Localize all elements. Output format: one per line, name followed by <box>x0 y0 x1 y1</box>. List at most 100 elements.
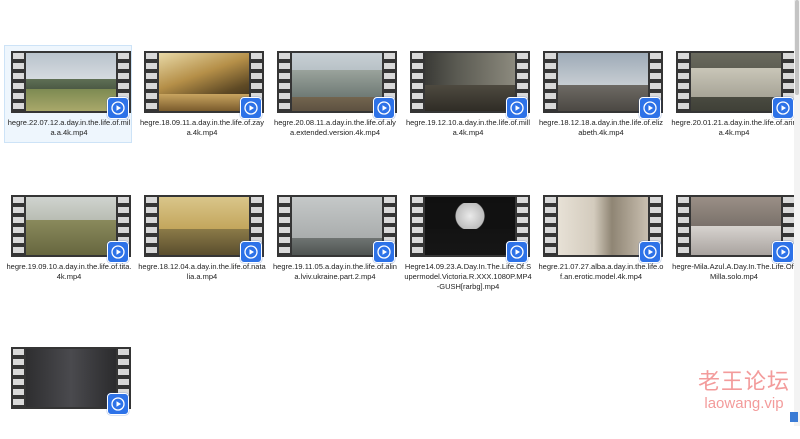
play-icon <box>107 97 129 119</box>
play-icon <box>373 97 395 119</box>
frame-layer <box>159 197 249 229</box>
watermark-chinese-text: 老王论坛 <box>697 370 790 395</box>
video-frame <box>159 53 249 111</box>
video-frame <box>159 197 249 255</box>
file-name-label: hegre.19.09.10.a.day.in.the.life.of.tita… <box>6 262 132 281</box>
film-perforation-left <box>146 53 157 111</box>
file-item[interactable]: hegre.20.01.21.a.day.in.the.life.of.arin… <box>669 45 797 143</box>
video-thumbnail <box>277 51 397 119</box>
play-icon <box>772 97 794 119</box>
video-thumbnail <box>676 51 796 119</box>
video-frame <box>26 53 116 111</box>
frame-layer <box>292 237 382 255</box>
watermark: 老王论坛 laowang.vip <box>697 370 790 413</box>
video-frame <box>292 197 382 255</box>
video-thumbnail <box>410 195 530 263</box>
video-frame <box>691 197 781 255</box>
file-name-label: hegre.18.12.04.a.day.in.the.life.of.nata… <box>138 262 266 281</box>
play-icon <box>506 241 528 263</box>
frame-layer <box>26 220 116 255</box>
file-name-label: hegre.18.09.11.a.day.in.the.life.of.zaya… <box>140 118 264 137</box>
file-name-label: hegre.19.12.10.a.day.in.the.life.of.mill… <box>405 118 531 137</box>
file-item[interactable]: hegre.18.12.18.a.day.in.the.life.of.eliz… <box>536 45 664 143</box>
film-perforation-left <box>412 53 423 111</box>
frame-layer <box>558 197 648 255</box>
frame-layer <box>558 53 648 85</box>
video-frame <box>558 53 648 111</box>
frame-layer <box>425 84 515 111</box>
film-perforation-left <box>545 197 556 255</box>
video-thumbnail <box>410 51 530 119</box>
video-thumbnail <box>543 51 663 119</box>
frame-layer <box>159 93 249 111</box>
video-thumbnail <box>11 347 131 415</box>
video-frame <box>26 197 116 255</box>
file-item[interactable]: hegre.19.12.10.a.day.in.the.life.of.mill… <box>403 45 531 143</box>
film-perforation-left <box>13 349 24 407</box>
video-thumbnail <box>11 195 131 263</box>
film-perforation-left <box>545 53 556 111</box>
play-icon <box>107 241 129 263</box>
file-item[interactable] <box>4 341 132 439</box>
play-icon <box>639 241 661 263</box>
file-name-label: hegre-Mila.Azul.A.Day.In.The.Life.Of.Mil… <box>672 262 796 281</box>
corner-app-icon <box>790 412 798 422</box>
scrollbar-thumb[interactable] <box>795 0 799 95</box>
file-grid: hegre.22.07.12.a.day.in.the.life.of.mila… <box>0 0 800 426</box>
frame-layer <box>26 197 116 221</box>
file-item[interactable]: hegre.20.08.11.a.day.in.the.life.of.alya… <box>270 45 398 143</box>
file-name-label: hegre.20.08.11.a.day.in.the.life.of.alya… <box>274 118 396 137</box>
frame-layer <box>26 79 116 89</box>
file-name-label: hegre.22.07.12.a.day.in.the.life.of.mila… <box>7 118 131 137</box>
play-icon <box>240 241 262 263</box>
film-perforation-left <box>13 53 24 111</box>
film-perforation-left <box>13 197 24 255</box>
video-frame <box>558 197 648 255</box>
play-icon <box>240 97 262 119</box>
file-name-label: hegre.19.11.05.a.day.in.the.life.of.alin… <box>273 262 397 281</box>
film-perforation-left <box>678 197 689 255</box>
video-thumbnail <box>144 195 264 263</box>
frame-layer <box>292 70 382 97</box>
play-icon <box>373 241 395 263</box>
play-icon <box>772 241 794 263</box>
play-icon <box>506 97 528 119</box>
film-perforation-left <box>412 197 423 255</box>
film-perforation-left <box>279 53 290 111</box>
film-perforation-left <box>279 197 290 255</box>
file-item[interactable]: Hegre14.09.23.A.Day.In.The.Life.Of.Super… <box>403 189 532 291</box>
frame-layer <box>26 53 116 80</box>
video-thumbnail <box>277 195 397 263</box>
video-frame <box>26 349 116 407</box>
file-name-label: Hegre14.09.23.A.Day.In.The.Life.Of.Super… <box>404 262 532 291</box>
video-thumbnail <box>144 51 264 119</box>
video-thumbnail <box>676 195 796 263</box>
file-item[interactable]: hegre.19.11.05.a.day.in.the.life.of.alin… <box>270 189 398 287</box>
file-item[interactable]: hegre-Mila.Azul.A.Day.In.The.Life.Of.Mil… <box>669 189 797 287</box>
frame-layer <box>425 202 515 229</box>
frame-layer <box>691 226 781 255</box>
vertical-scrollbar[interactable] <box>794 0 800 426</box>
video-frame <box>292 53 382 111</box>
file-item[interactable]: hegre.21.07.27.alba.a.day.in.the.life.of… <box>536 189 664 287</box>
video-frame <box>425 53 515 111</box>
file-item[interactable]: hegre.19.09.10.a.day.in.the.life.of.tita… <box>4 189 132 287</box>
file-item[interactable]: hegre.22.07.12.a.day.in.the.life.of.mila… <box>4 45 132 143</box>
video-thumbnail <box>543 195 663 263</box>
frame-layer <box>558 84 648 111</box>
play-icon <box>107 393 129 415</box>
file-name-label: hegre.21.07.27.alba.a.day.in.the.life.of… <box>538 262 664 281</box>
play-icon <box>639 97 661 119</box>
frame-layer <box>691 67 781 97</box>
film-perforation-left <box>678 53 689 111</box>
frame-layer <box>159 228 249 255</box>
frame-layer <box>26 88 116 111</box>
file-name-label: hegre.18.12.18.a.day.in.the.life.of.eliz… <box>538 118 664 137</box>
file-item[interactable]: hegre.18.09.11.a.day.in.the.life.of.zaya… <box>137 45 265 143</box>
file-name-label: hegre.20.01.21.a.day.in.the.life.of.arin… <box>671 118 797 137</box>
frame-layer <box>26 349 116 407</box>
video-frame <box>691 53 781 111</box>
video-frame <box>425 197 515 255</box>
file-item[interactable]: hegre.18.12.04.a.day.in.the.life.of.nata… <box>137 189 266 287</box>
video-thumbnail <box>11 51 131 119</box>
